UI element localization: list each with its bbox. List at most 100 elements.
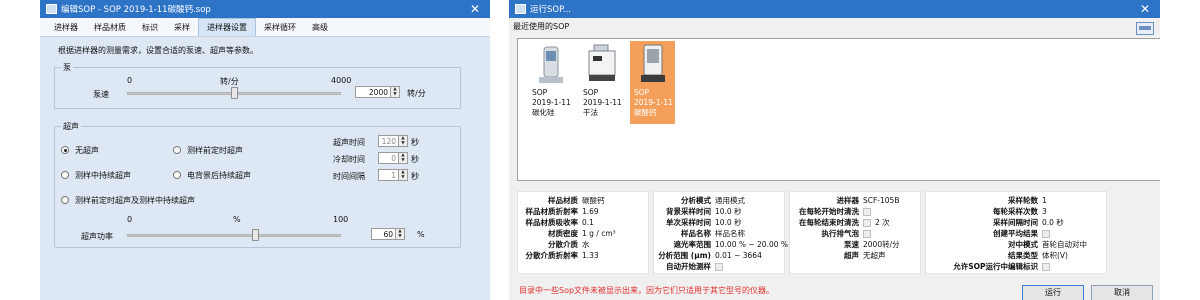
option-after-background[interactable]: 电背景后持续超声 (187, 170, 251, 181)
sop-item-line3: 干法 (583, 108, 598, 117)
ultrasound-time-spinner[interactable]: 120 ▲ ▼ (378, 135, 408, 147)
ultrasound-time-label: 超声时间 (333, 138, 365, 147)
info-value: 1 g / cm³ (582, 229, 616, 238)
pump-speed-value: 2000 (368, 87, 388, 97)
info-key: 样品材质吸收率 (525, 218, 579, 227)
dry-sampler-icon (586, 43, 618, 86)
run-button[interactable]: 运行 (1022, 285, 1084, 300)
info-key: 材质密度 (548, 229, 578, 238)
info-value: 0.0 秒 (1042, 218, 1064, 227)
spinner-arrows-icon[interactable]: ▲ ▼ (398, 136, 407, 146)
pump-speed-slider-thumb[interactable] (231, 87, 238, 99)
option-continuous[interactable]: 测样中持续超声 (75, 170, 131, 181)
spinner-arrows-icon[interactable]: ▲ ▼ (398, 170, 407, 180)
wet-sampler-icon (637, 43, 669, 86)
info-row: 分析范围 (μm) 0.01 ~ 3664 (654, 251, 784, 261)
pump-speed-spinner[interactable]: 2000 ▲ ▼ (355, 86, 400, 98)
info-value: SCF-105B (863, 196, 900, 205)
info-value: 1.69 (582, 207, 599, 216)
close-icon[interactable]: ✕ (466, 2, 484, 16)
cool-time-label: 冷却时间 (333, 155, 365, 164)
seconds-unit: 秒 (411, 155, 419, 164)
info-panel-analysis: 分析模式 通用模式 背景采样时间 10.0 秒单次采样时间 10.0 秒样品名称 样品名称… (653, 191, 789, 274)
info-key: 对中模式 (1008, 240, 1038, 249)
pump-speed-label: 泵速 (93, 90, 109, 99)
info-row: 遮光率范围 10.00 % ~ 20.00 % (654, 240, 789, 250)
spinner-arrows-icon[interactable]: ▲ ▼ (395, 229, 404, 239)
info-row: 分析模式 通用模式 (654, 196, 784, 206)
info-key: 分散介质折射率 (525, 251, 579, 260)
app-icon (515, 4, 526, 14)
radio-pre-timed[interactable] (173, 146, 181, 154)
info-value (1042, 229, 1054, 239)
info-value: 3 (1042, 207, 1047, 216)
tab-advanced[interactable]: 高级 (304, 18, 336, 36)
info-key: 分析模式 (681, 196, 711, 205)
spinner-arrows-icon[interactable]: ▲ ▼ (398, 153, 407, 163)
info-row: 对中模式 首轮自动对中 (926, 240, 1106, 250)
tab-material[interactable]: 样品材质 (86, 18, 134, 36)
interval-label: 时间间隔 (333, 172, 365, 181)
power-slider-thumb[interactable] (252, 229, 260, 241)
app-icon (46, 4, 57, 14)
sop-item-line1: SOP (583, 88, 599, 97)
info-value: 2000转/分 (863, 240, 900, 249)
radio-no-ultrasound[interactable] (61, 146, 69, 154)
edit-sop-title: 编辑SOP - SOP 2019-1-11碳酸钙.sop (61, 5, 211, 15)
info-key: 泵速 (844, 240, 859, 249)
option-pre-and-continuous[interactable]: 测样前定时超声及测样中持续超声 (75, 195, 195, 206)
power-spinner[interactable]: 60 ▲ ▼ (371, 228, 405, 240)
close-icon[interactable]: ✕ (1136, 2, 1154, 16)
edit-sop-window: 编辑SOP - SOP 2019-1-11碳酸钙.sop ✕ 进样器 样品材质 … (40, 0, 490, 300)
sop-item-line1: SOP (532, 88, 548, 97)
info-row: 创建平均结果 (926, 229, 1106, 239)
sop-item-sic[interactable]: SOP 2019-1-11 碳化硅 (528, 41, 573, 124)
info-row: 超声 无超声 (790, 251, 920, 261)
sop-item-line2: 2019-1-11 (583, 98, 622, 107)
sop-item-dry[interactable]: SOP 2019-1-11 干法 (579, 41, 624, 124)
ultrasound-group-label: 超声 (61, 121, 81, 132)
pump-min-label: 0 (127, 76, 133, 85)
radio-continuous[interactable] (61, 171, 69, 179)
option-no-ultrasound[interactable]: 无超声 (75, 145, 99, 156)
info-value: 首轮自动对中 (1042, 240, 1087, 249)
recent-label: 最近使用的SOP (513, 21, 570, 31)
info-row: 泵速 2000转/分 (790, 240, 920, 250)
ultrasound-time-value: 120 (381, 136, 396, 146)
run-sop-window: 运行SOP... ✕ 最近使用的SOP SOP 2019-1-11 碳化硅 SO… (509, 0, 1160, 300)
interval-spinner[interactable]: 1 ▲ ▼ (378, 169, 408, 181)
info-key: 样品材质折射率 (525, 207, 579, 216)
info-row: 分散介质水 (518, 240, 648, 250)
pump-group: 泵 0 转/分 4000 泵速 2000 ▲ ▼ 转/分 (54, 62, 461, 109)
sop-item-line2: 2019-1-11 (532, 98, 571, 107)
radio-after-background[interactable] (173, 171, 181, 179)
cancel-button[interactable]: 取消 (1091, 285, 1153, 300)
checkbox-icon (863, 219, 871, 227)
pump-max-label: 4000 (331, 76, 352, 85)
tab-sampler-settings[interactable]: 进样器设置 (198, 18, 256, 36)
cool-time-spinner[interactable]: 0 ▲ ▼ (378, 152, 408, 164)
info-value: 通用模式 (715, 196, 745, 205)
radio-pre-and-continuous[interactable] (61, 196, 69, 204)
spinner-arrows-icon[interactable]: ▲ ▼ (390, 87, 399, 97)
power-slider[interactable] (127, 234, 341, 237)
info-key: 采样轮数 (1008, 196, 1038, 205)
info-row: 每轮采样次数 3 (926, 207, 1106, 217)
interval-value: 1 (391, 170, 396, 180)
tab-sampler[interactable]: 进样器 (46, 18, 86, 36)
seconds-unit: 秒 (411, 172, 419, 181)
option-pre-timed[interactable]: 测样前定时超声 (187, 145, 243, 156)
info-row: 样品材质 碳酸钙 (518, 196, 648, 206)
info-row: 执行排气泡 (790, 229, 920, 239)
tab-identity[interactable]: 标识 (134, 18, 166, 36)
edit-sop-tabs: 进样器 样品材质 标识 采样 进样器设置 采样循环 高级 (40, 18, 490, 37)
sop-item-caco3[interactable]: SOP 2019-1-11 碳酸钙 (630, 41, 675, 124)
tab-sampling[interactable]: 采样 (166, 18, 198, 36)
info-row: 背景采样时间 10.0 秒 (654, 207, 784, 217)
info-key: 样品材质 (548, 196, 578, 205)
recent-header: 最近使用的SOP (509, 18, 1160, 34)
info-value: 0.01 ~ 3664 (715, 251, 762, 260)
view-toggle-icon[interactable] (1136, 22, 1154, 35)
run-sop-titlebar: 运行SOP... ✕ (509, 0, 1160, 18)
tab-sampling-cycle[interactable]: 采样循环 (256, 18, 304, 36)
